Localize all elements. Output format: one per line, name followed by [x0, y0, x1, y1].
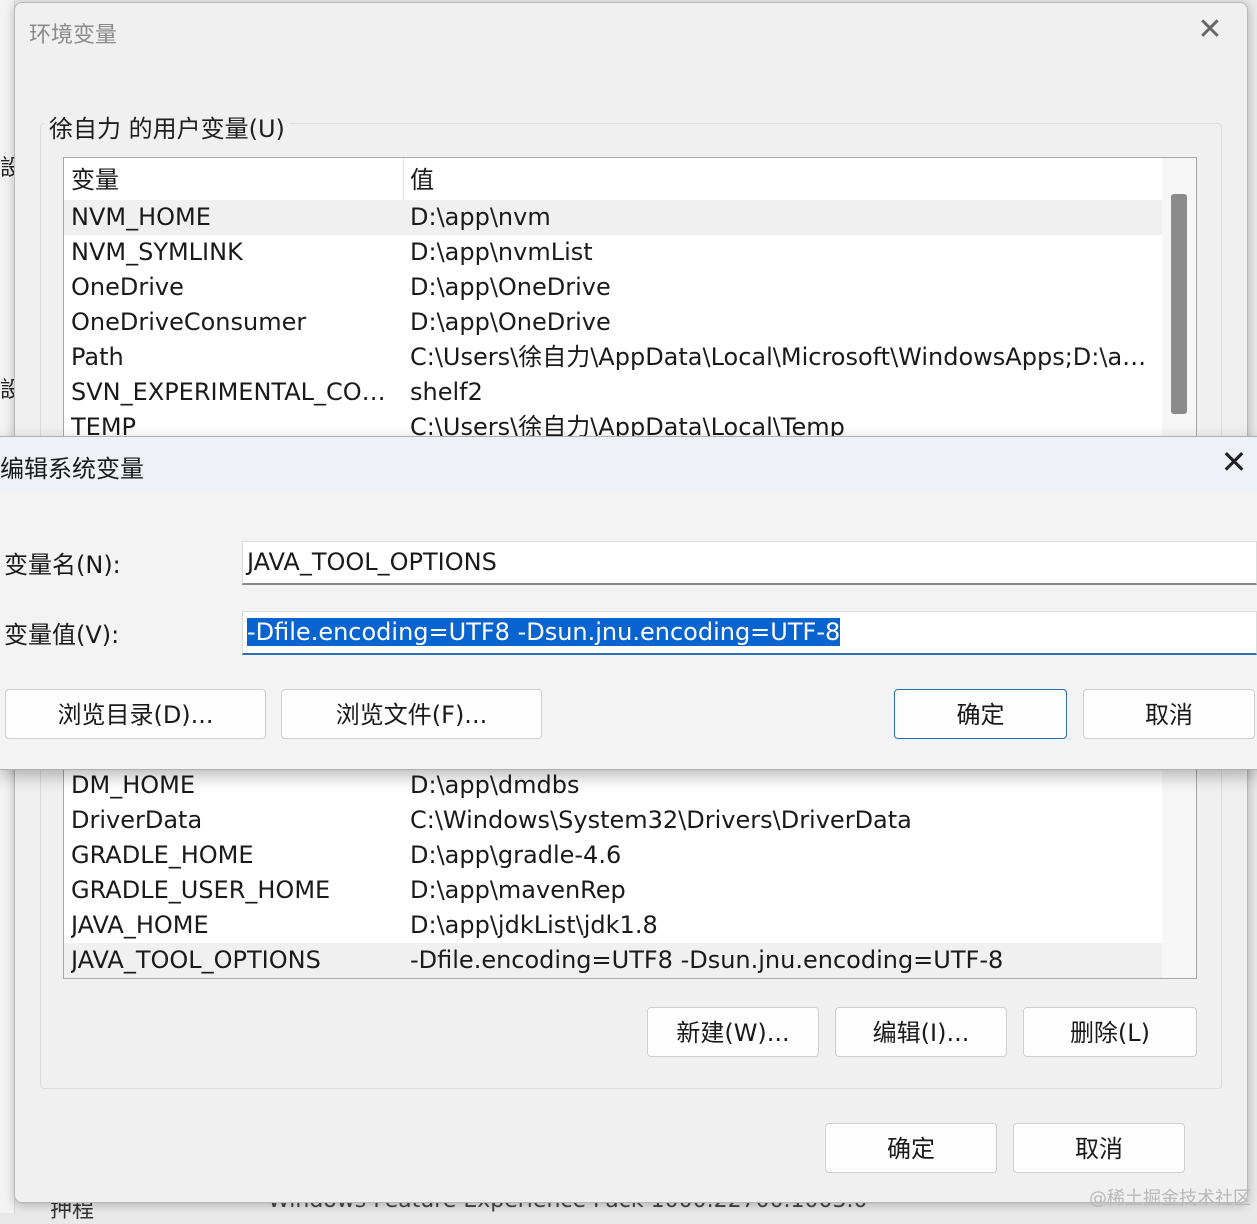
variable-name: OneDriveConsumer [71, 308, 307, 336]
variable-value: D:\app\jdkList\jdk1.8 [410, 911, 658, 939]
list-item[interactable]: NVM_SYMLINK D:\app\nvmList [64, 235, 1162, 270]
dialog-titlebar[interactable]: 编辑系统变量 ✕ [0, 437, 1257, 493]
variable-value: D:\app\nvm [410, 203, 551, 231]
browse-file-button[interactable]: 浏览文件(F)... [281, 689, 542, 739]
variable-name: DriverData [71, 806, 203, 834]
variable-name: JAVA_TOOL_OPTIONS [71, 946, 321, 974]
list-item[interactable]: JAVA_TOOL_OPTIONS -Dfile.encoding=UTF8 -… [64, 943, 1162, 978]
close-icon[interactable]: ✕ [1217, 445, 1251, 479]
selected-text: -Dfile.encoding=UTF8 -Dsun.jnu.encoding=… [247, 618, 841, 646]
variable-name: SVN_EXPERIMENTAL_COM... [71, 378, 401, 406]
delete-variable-button[interactable]: 删除(L) [1023, 1007, 1197, 1057]
column-divider[interactable] [403, 158, 404, 200]
variable-name: GRADLE_USER_HOME [71, 876, 331, 904]
variable-value-field[interactable]: -Dfile.encoding=UTF8 -Dsun.jnu.encoding=… [242, 611, 1257, 655]
dialog-title: 编辑系统变量 [0, 455, 144, 483]
user-variables-list[interactable]: 变量 值 NVM_HOME D:\app\nvm NVM_SYMLINK D:\… [63, 157, 1197, 449]
variable-value: D:\app\OneDrive [410, 273, 611, 301]
variable-name: Path [71, 343, 124, 371]
variable-value: D:\app\OneDrive [410, 308, 611, 336]
variable-name: GRADLE_HOME [71, 841, 254, 869]
list-item[interactable]: GRADLE_USER_HOME D:\app\mavenRep [64, 873, 1162, 908]
user-variables-label: 徐自力 的用户变量(U) [45, 109, 289, 144]
browse-directory-button[interactable]: 浏览目录(D)... [5, 689, 266, 739]
variable-name-field[interactable]: JAVA_TOOL_OPTIONS [242, 541, 1257, 585]
cancel-button[interactable]: 取消 [1083, 689, 1255, 739]
list-item[interactable]: NVM_HOME D:\app\nvm [64, 200, 1162, 235]
ok-button[interactable]: 确定 [894, 689, 1067, 739]
variable-value: D:\app\dmdbs [410, 771, 580, 799]
scrollbar[interactable] [1162, 158, 1196, 448]
variable-value: C:\Users\徐自力\AppData\Local\Microsoft\Win… [410, 343, 1150, 371]
variable-name: DM_HOME [71, 771, 195, 799]
list-item[interactable]: DriverData C:\Windows\System32\Drivers\D… [64, 803, 1162, 838]
edit-system-variable-dialog: 编辑系统变量 ✕ 变量名(N): JAVA_TOOL_OPTIONS 变量值(V… [0, 436, 1257, 770]
variable-value: C:\Windows\System32\Drivers\DriverData [410, 806, 912, 834]
list-item[interactable]: GRADLE_HOME D:\app\gradle-4.6 [64, 838, 1162, 873]
ok-button[interactable]: 确定 [825, 1123, 997, 1173]
variable-name: JAVA_HOME [71, 911, 209, 939]
variable-value: -Dfile.encoding=UTF8 -Dsun.jnu.encoding=… [410, 946, 1004, 974]
dialog-title: 环境变量 [29, 23, 118, 48]
edit-variable-button[interactable]: 编辑(I)... [835, 1007, 1007, 1057]
variable-value: D:\app\mavenRep [410, 876, 626, 904]
list-item[interactable]: JAVA_HOME D:\app\jdkList\jdk1.8 [64, 908, 1162, 943]
scrollbar-thumb[interactable] [1171, 194, 1187, 414]
new-variable-button[interactable]: 新建(W)... [647, 1007, 819, 1057]
column-header-value[interactable]: 值 [410, 162, 434, 198]
list-item[interactable]: OneDrive D:\app\OneDrive [64, 270, 1162, 305]
variable-value: D:\app\nvmList [410, 238, 593, 266]
variable-value: shelf2 [410, 378, 483, 406]
variable-value: D:\app\gradle-4.6 [410, 841, 622, 869]
variable-name: OneDrive [71, 273, 184, 301]
list-header: 变量 值 [64, 158, 1162, 200]
column-header-name[interactable]: 变量 [71, 162, 119, 198]
variable-name-label: 变量名(N): [4, 551, 121, 579]
list-item[interactable]: Path C:\Users\徐自力\AppData\Local\Microsof… [64, 340, 1162, 375]
list-item[interactable]: SVN_EXPERIMENTAL_COM... shelf2 [64, 375, 1162, 410]
cancel-button[interactable]: 取消 [1013, 1123, 1185, 1173]
list-item[interactable]: DM_HOME D:\app\dmdbs [64, 768, 1162, 803]
variable-name: NVM_SYMLINK [71, 238, 243, 266]
close-icon[interactable]: ✕ [1193, 15, 1227, 49]
variable-name: NVM_HOME [71, 203, 211, 231]
list-item[interactable]: OneDriveConsumer D:\app\OneDrive [64, 305, 1162, 340]
variable-value-label: 变量值(V): [4, 621, 120, 649]
watermark: @稀土掘金技术社区 [1089, 1188, 1251, 1209]
